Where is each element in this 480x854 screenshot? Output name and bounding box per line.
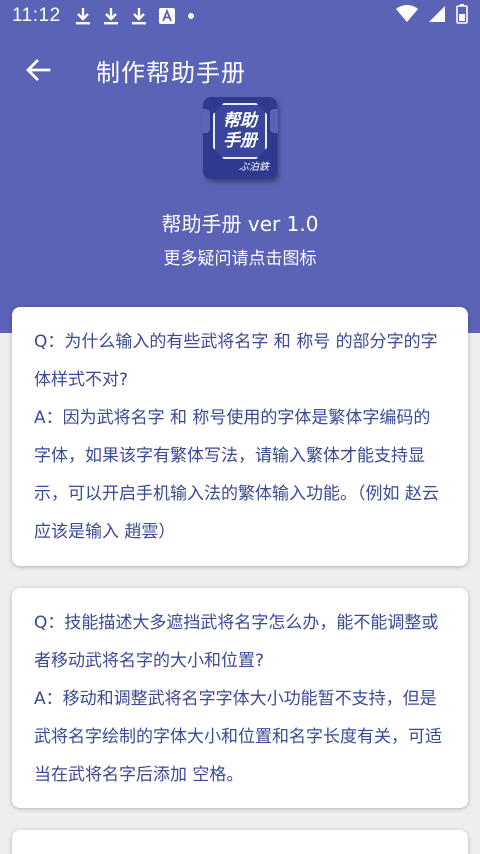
icon-signature: ぷ泊鉄 <box>239 162 269 173</box>
arrow-left-icon <box>26 59 51 81</box>
a-box-icon <box>158 8 175 24</box>
status-right-group <box>396 3 468 29</box>
hint-text: 更多疑问请点击图标 <box>163 249 317 269</box>
download-icon <box>75 7 91 25</box>
wifi-icon <box>396 4 418 28</box>
faq-question: Q：技能描述大多遮挡武将名字怎么办，能不能调整或者移动武将名字的大小和位置? <box>34 613 439 671</box>
battery-icon <box>456 3 468 29</box>
page-title: 制作帮助手册 <box>96 58 246 87</box>
faq-card <box>12 830 468 854</box>
icon-notch-right <box>270 109 278 133</box>
download-icon <box>103 7 119 25</box>
faq-question: Q：为什么输入的有些武将名字 和 称号 的部分字的字体样式不对? <box>34 332 438 390</box>
faq-card: Q：技能描述大多遮挡武将名字怎么办，能不能调整或者移动武将名字的大小和位置? A… <box>12 588 468 808</box>
version-text: 帮助手册 ver 1.0 <box>161 212 319 236</box>
status-bar: 11:12 <box>0 0 480 32</box>
faq-card: Q：为什么输入的有些武将名字 和 称号 的部分字的字体样式不对? A：因为武将名… <box>12 307 468 566</box>
help-manual-app-icon[interactable]: 帮助手册 ぷ泊鉄 <box>202 97 278 179</box>
dot-icon <box>187 12 195 20</box>
icon-notch-left <box>202 109 210 133</box>
cellular-icon <box>428 5 446 28</box>
toolbar: 制作帮助手册 <box>0 42 480 98</box>
icon-label: 帮助手册 <box>223 111 257 151</box>
faq-answer: A：移动和调整武将名字字体大小功能暂不支持，但是武将名字绘制的字体大小和位置和名… <box>34 689 442 785</box>
status-time: 11:12 <box>12 5 61 26</box>
back-button[interactable] <box>10 42 66 98</box>
faq-answer: A：因为武将名字 和 称号使用的字体是繁体字编码的字体，如果该字有繁体写法，请输… <box>34 408 439 542</box>
download-icon <box>131 7 147 25</box>
